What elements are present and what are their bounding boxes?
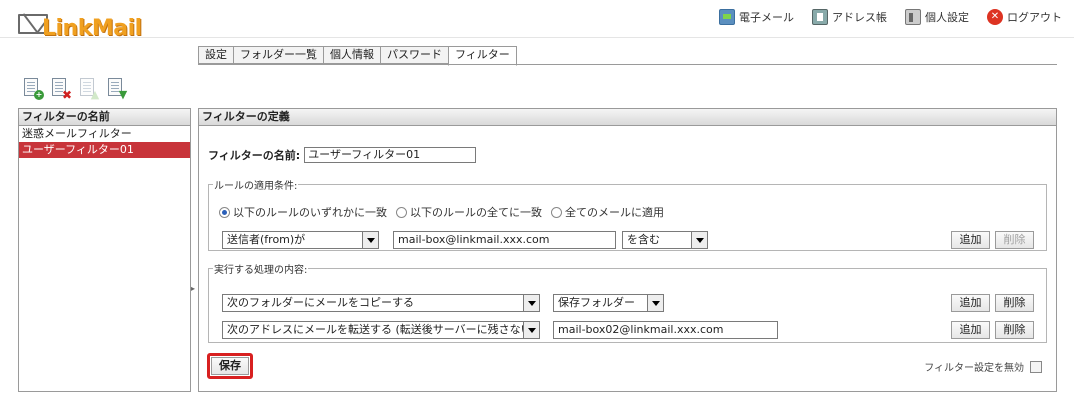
filter-definition-header: フィルターの定義	[199, 109, 1056, 126]
move-up-icon[interactable]: ▲	[80, 78, 99, 100]
action1-delete-button[interactable]: 削除	[995, 294, 1034, 312]
top-navigation: 電子メール アドレス帳 個人設定 ログアウト	[719, 9, 1062, 25]
tab-password[interactable]: パスワード	[380, 46, 448, 64]
action1-target-value: 保存フォルダー	[558, 296, 635, 309]
tab-folder-list[interactable]: フォルダー一覧	[233, 46, 323, 64]
rule-field-select[interactable]: 送信者(from)が	[222, 231, 379, 249]
rule-field-value: 送信者(from)が	[227, 233, 306, 246]
rules-fieldset: ルールの適用条件: 以下のルールのいずれかに一致 以下のルールの全てに一致 全て…	[208, 177, 1047, 251]
disable-filter-label: フィルター設定を無効	[924, 363, 1024, 374]
filter-item-spam[interactable]: 迷惑メールフィルター	[19, 126, 190, 142]
chevron-down-icon	[523, 295, 539, 311]
rule-operator-value: を含む	[627, 233, 660, 246]
action2-delete-button[interactable]: 削除	[995, 321, 1034, 339]
rule-value-input[interactable]: mail-box@linkmail.xxx.com	[393, 231, 616, 249]
save-button-highlight: 保存	[207, 353, 253, 379]
action2-select[interactable]: 次のアドレスにメールを転送する (転送後サーバーに残さない)	[222, 321, 540, 339]
radio-match-any[interactable]: 以下のルールのいずれかに一致	[219, 204, 387, 220]
move-down-icon[interactable]: ▼	[108, 78, 127, 100]
chevron-down-icon	[647, 295, 663, 311]
actions-fieldset: 実行する処理の内容: 次のフォルダーにメールをコピーする 保存フォルダー 追加 …	[208, 261, 1047, 343]
tab-personal-info[interactable]: 個人情報	[323, 46, 380, 64]
rule-match-options: 以下のルールのいずれかに一致 以下のルールの全てに一致 全てのメールに適用	[219, 204, 664, 220]
filter-toolbar: + ✖ ▲ ▼	[24, 78, 127, 101]
filter-name-label: フィルターの名前:	[208, 149, 301, 162]
delete-filter-icon[interactable]: ✖	[52, 78, 72, 101]
tab-settings[interactable]: 設定	[198, 46, 233, 64]
action1-add-button[interactable]: 追加	[951, 294, 990, 312]
nav-logout-label: ログアウト	[1007, 11, 1062, 24]
addressbook-icon	[812, 9, 828, 25]
radio-button	[551, 206, 562, 218]
nav-addressbook-label: アドレス帳	[832, 11, 887, 24]
radio-button	[396, 206, 407, 218]
action1-target-select[interactable]: 保存フォルダー	[553, 294, 664, 312]
header-divider	[0, 37, 1074, 38]
nav-personal-settings-label: 個人設定	[925, 11, 969, 24]
tab-filter[interactable]: フィルター	[448, 46, 517, 66]
chevron-down-icon	[691, 232, 707, 248]
filter-item-user01[interactable]: ユーザーフィルター01	[19, 142, 190, 158]
filter-name-input[interactable]: ユーザーフィルター01	[304, 147, 477, 163]
action2-target-input[interactable]: mail-box02@linkmail.xxx.com	[553, 321, 778, 339]
action1-value: 次のフォルダーにメールをコピーする	[227, 296, 414, 309]
filter-definition-panel: フィルターの定義 フィルターの名前: ユーザーフィルター01 ルールの適用条件:…	[198, 108, 1057, 392]
rule-add-button[interactable]: 追加	[951, 231, 990, 249]
action1-select[interactable]: 次のフォルダーにメールをコピーする	[222, 294, 540, 312]
chevron-down-icon	[362, 232, 378, 248]
radio-match-any-label: 以下のルールのいずれかに一致	[233, 206, 387, 219]
nav-email-label: 電子メール	[739, 11, 794, 24]
filter-name-row: フィルターの名前: ユーザーフィルター01	[208, 147, 477, 163]
nav-addressbook[interactable]: アドレス帳	[812, 9, 887, 25]
logout-icon	[987, 9, 1003, 25]
nav-personal-settings[interactable]: 個人設定	[905, 9, 969, 25]
radio-match-all[interactable]: 以下のルールの全てに一致	[396, 204, 542, 220]
action2-value: 次のアドレスにメールを転送する (転送後サーバーに残さない)	[227, 323, 536, 336]
actions-legend: 実行する処理の内容:	[214, 265, 308, 276]
rule-operator-select[interactable]: を含む	[622, 231, 708, 249]
save-button[interactable]: 保存	[211, 357, 249, 375]
personal-settings-icon	[905, 9, 921, 25]
mail-icon	[719, 9, 735, 25]
rules-legend: ルールの適用条件:	[214, 181, 298, 192]
radio-match-all-label: 以下のルールの全てに一致	[410, 206, 542, 219]
rule-delete-button[interactable]: 削除	[995, 231, 1034, 249]
linkmail-logo: LinkMail	[18, 12, 148, 46]
tab-baseline	[198, 64, 1057, 65]
filter-list-header: フィルターの名前	[19, 109, 190, 126]
radio-all-mail[interactable]: 全てのメールに適用	[551, 204, 664, 220]
disable-filter-checkbox[interactable]	[1030, 360, 1042, 373]
disable-filter-row: フィルター設定を無効	[924, 359, 1042, 374]
new-filter-icon[interactable]: +	[24, 78, 44, 100]
radio-button	[219, 206, 230, 218]
nav-email[interactable]: 電子メール	[719, 9, 794, 25]
chevron-down-icon	[523, 322, 539, 338]
panel-splitter[interactable]: ▸	[191, 285, 195, 293]
action2-add-button[interactable]: 追加	[951, 321, 990, 339]
settings-tabs: 設定 フォルダー一覧 個人情報 パスワード フィルター	[198, 46, 517, 66]
filter-list-panel: フィルターの名前 迷惑メールフィルター ユーザーフィルター01	[18, 108, 191, 392]
nav-logout[interactable]: ログアウト	[987, 9, 1062, 25]
radio-all-mail-label: 全てのメールに適用	[565, 206, 664, 219]
